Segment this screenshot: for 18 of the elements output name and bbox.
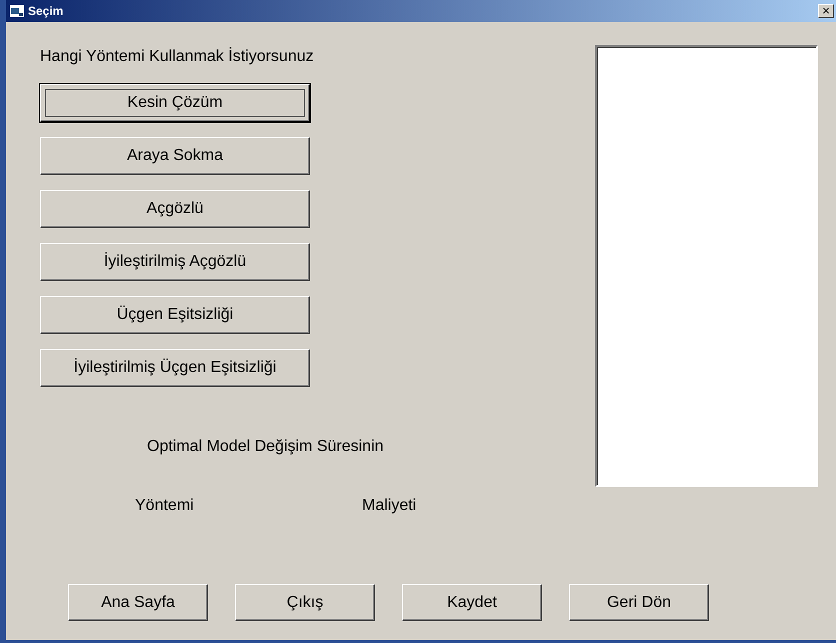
method-button[interactable]: Kesin Çözüm — [40, 84, 310, 122]
dialog-button[interactable]: Kaydet — [402, 584, 542, 621]
cost-label: Maliyeti — [362, 496, 416, 516]
window-title: Seçim — [28, 3, 64, 20]
list-box[interactable] — [595, 45, 818, 487]
app-icon — [10, 5, 24, 17]
dialog-button[interactable]: Çıkış — [235, 584, 375, 621]
result-heading: Optimal Model Değişim Süresinin — [147, 437, 385, 457]
close-button[interactable]: × — [818, 4, 834, 18]
method-button[interactable]: Açgözlü — [40, 190, 310, 228]
method-button[interactable]: İyileştirilmiş Açgözlü — [40, 243, 310, 281]
method-button[interactable]: Üçgen Eşitsizliği — [40, 296, 310, 334]
dialog-button[interactable]: Ana Sayfa — [68, 584, 208, 621]
method-button[interactable]: Araya Sokma — [40, 137, 310, 175]
method-label: Yöntemi — [135, 496, 195, 516]
method-button[interactable]: İyileştirilmiş Üçgen Eşitsizliği — [40, 349, 310, 387]
prompt-label: Hangi Yöntemi Kullanmak İstiyorsunuz — [40, 46, 315, 67]
dialog-button[interactable]: Geri Dön — [569, 584, 709, 621]
